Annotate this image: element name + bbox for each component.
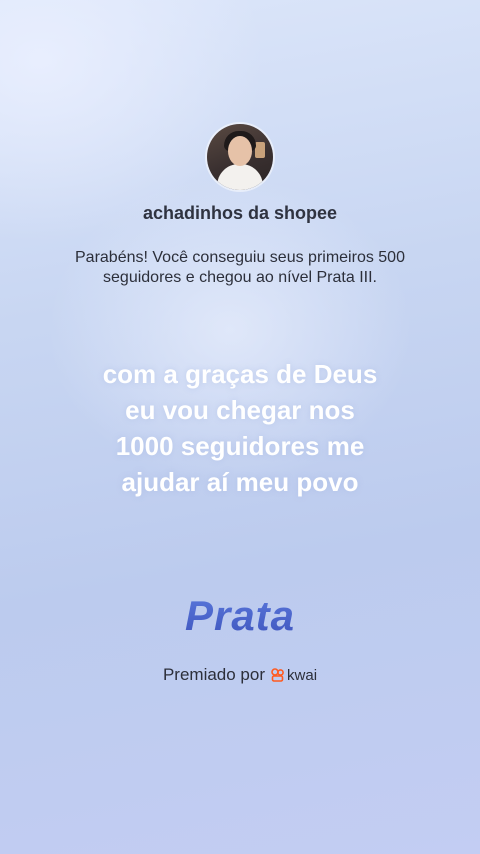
post-text-line: 1000 seguidores me xyxy=(115,431,365,461)
kwai-logo-icon xyxy=(271,668,284,682)
avatar-sweater xyxy=(217,164,263,190)
profile-username: achadinhos da shopee xyxy=(142,203,338,223)
level-badge-title: Prata xyxy=(0,592,480,640)
post-text: com a graças de Deus eu vou chegar nos 1… xyxy=(0,356,480,500)
avatar-background xyxy=(255,142,265,158)
awarded-by-label: Premiado por xyxy=(162,665,266,684)
achievement-message-line: seguidores e chegou ao nível Prata III. xyxy=(103,269,377,286)
post-text-line: eu vou chegar nos xyxy=(125,395,355,425)
profile-avatar[interactable] xyxy=(207,124,273,190)
kwai-brand-name: kwai xyxy=(287,666,318,684)
achievement-message: Parabéns! Você conseguiu seus primeiros … xyxy=(0,248,480,288)
awarded-by: Premiado por kwai xyxy=(0,664,480,686)
post-text-line: ajudar aí meu povo xyxy=(121,467,359,497)
avatar-face xyxy=(228,136,252,166)
achievement-message-line: Parabéns! Você conseguiu seus primeiros … xyxy=(75,249,405,266)
post-text-line: com a graças de Deus xyxy=(102,359,378,389)
